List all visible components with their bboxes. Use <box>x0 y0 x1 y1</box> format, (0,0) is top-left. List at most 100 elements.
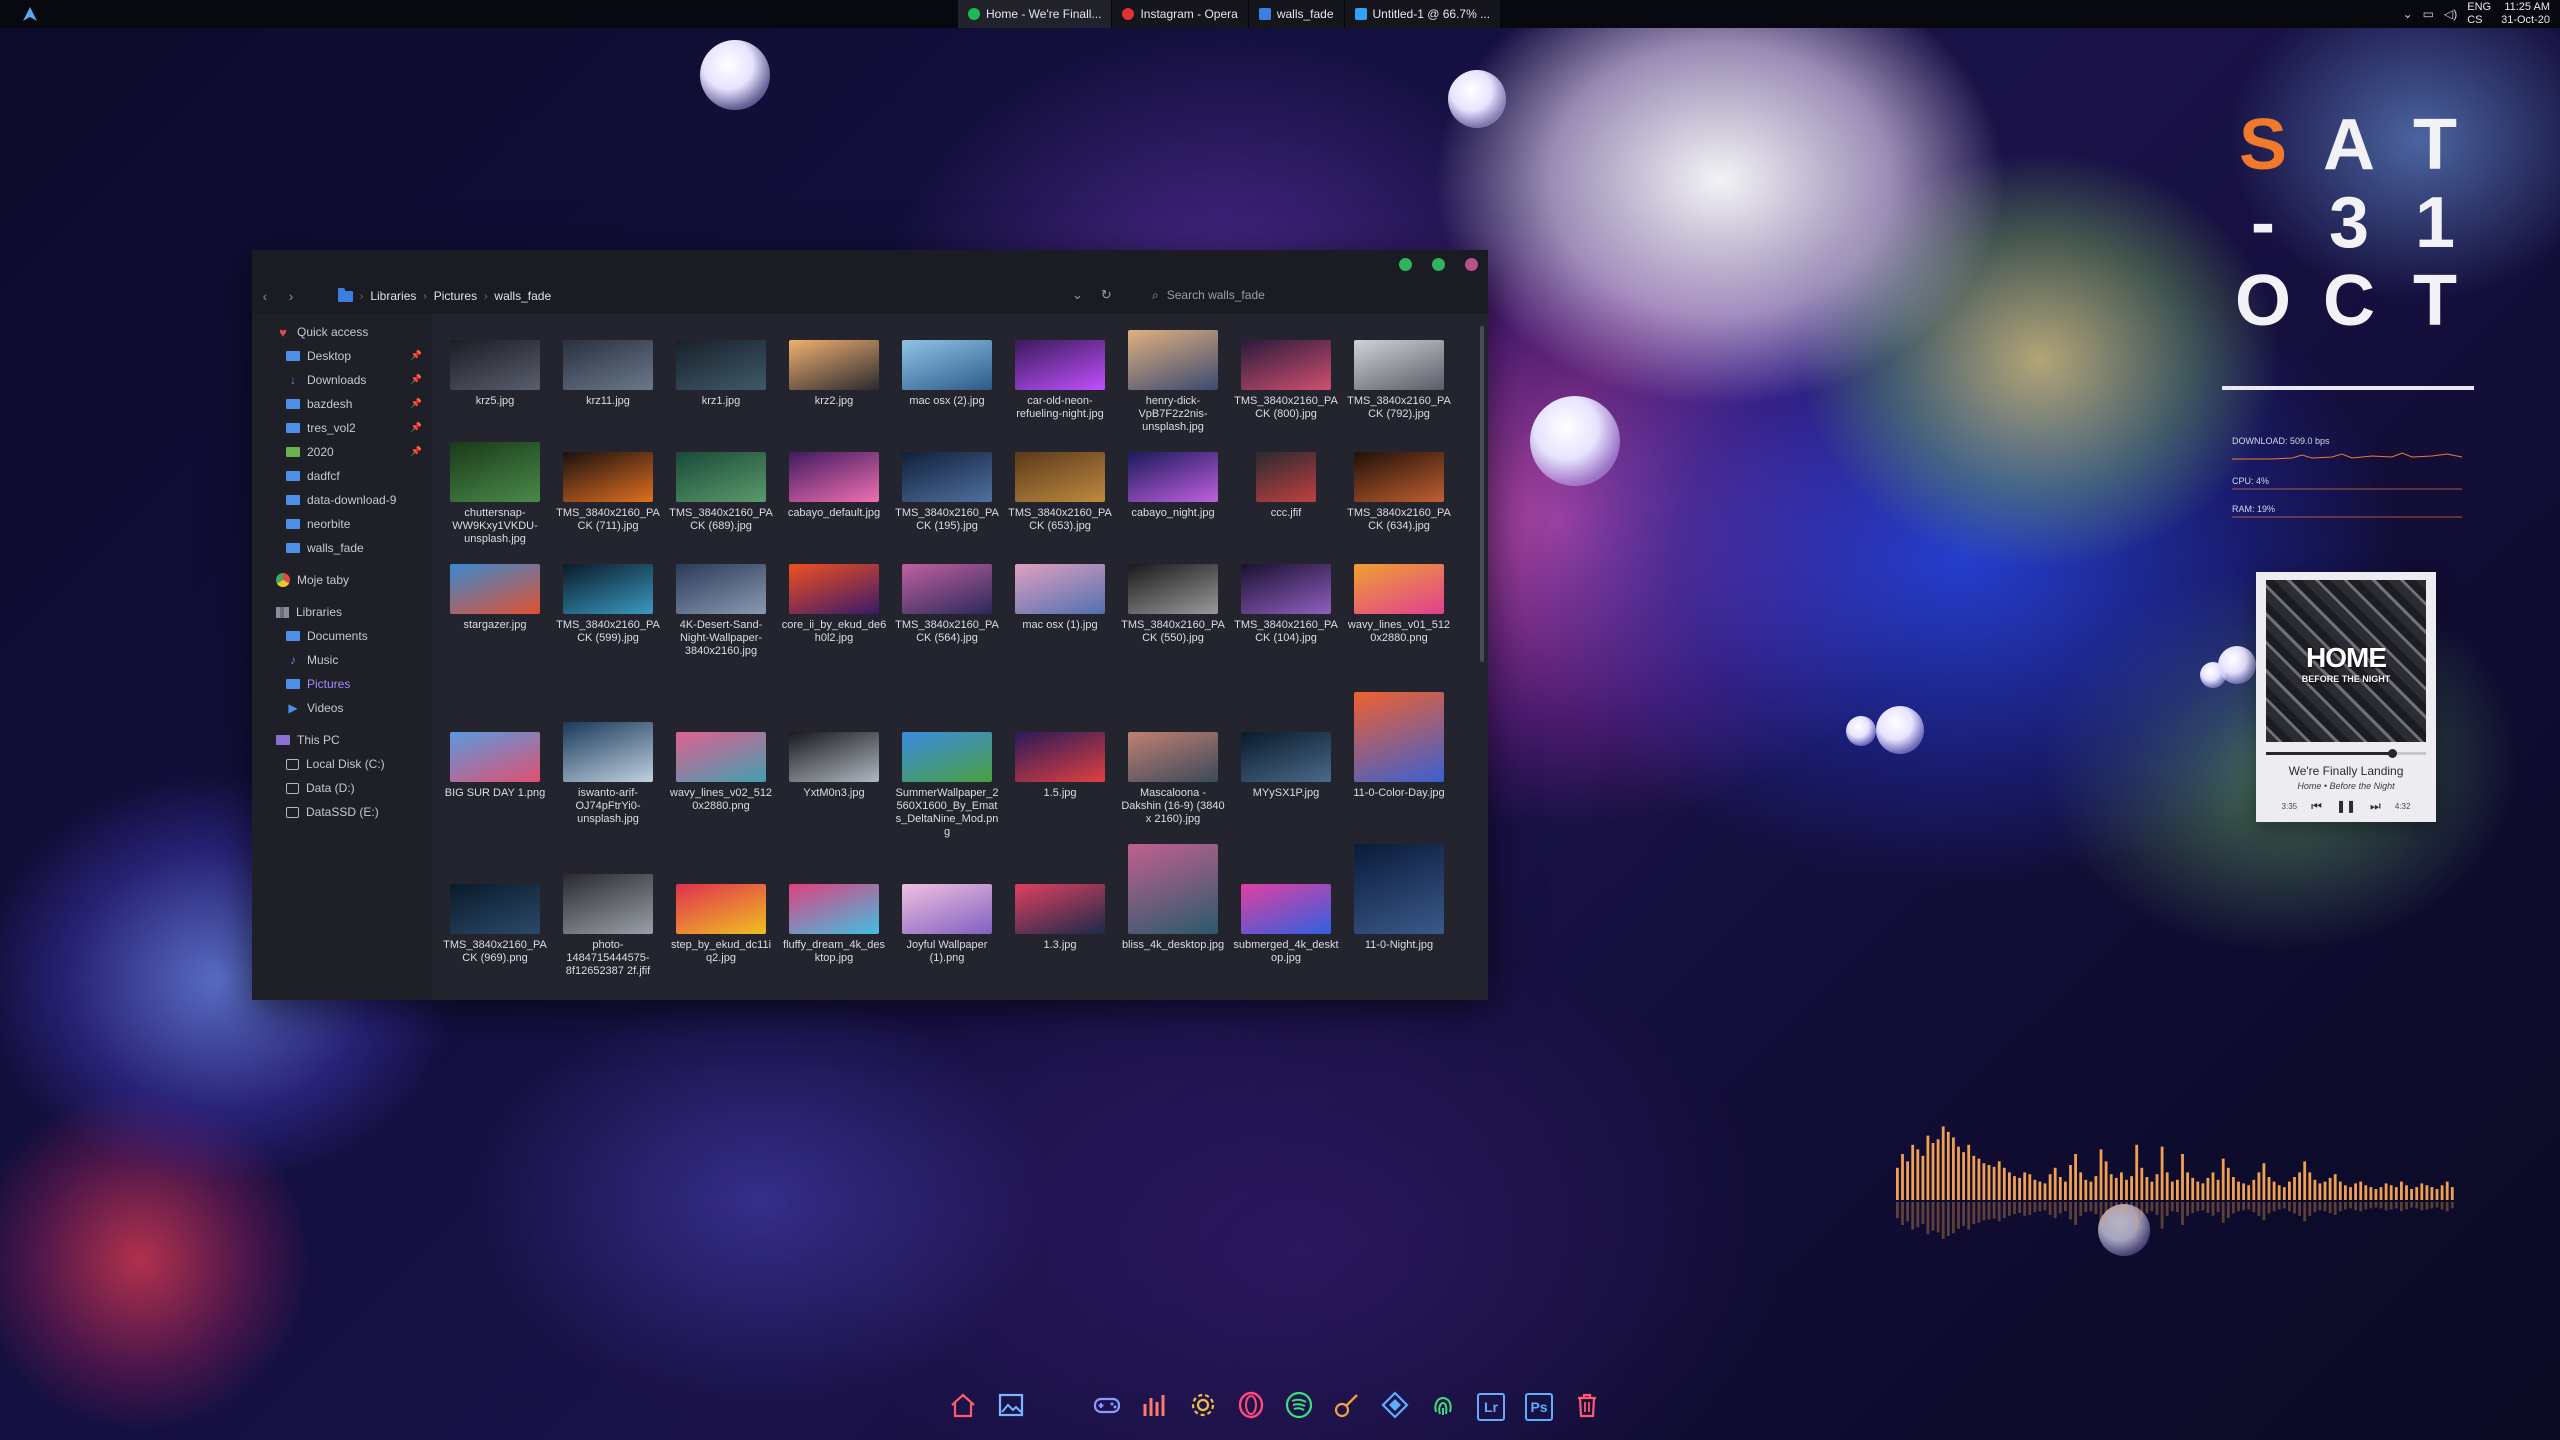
maximize-button[interactable] <box>1432 258 1445 271</box>
file-tile[interactable]: MYySX1P.jpg <box>1231 732 1341 800</box>
pause-icon[interactable]: ❚❚ <box>2336 799 2356 813</box>
sidebar-item-libraries[interactable]: Libraries <box>252 600 432 624</box>
file-tile[interactable]: krz5.jpg <box>440 340 550 408</box>
file-tile[interactable]: car-old-neon-refueling-night.jpg <box>1005 340 1115 421</box>
file-tile[interactable]: TMS_3840x2160_PACK (564).jpg <box>892 564 1002 645</box>
sidebar-item-music[interactable]: ♪ Music <box>252 648 432 672</box>
file-tile[interactable]: stargazer.jpg <box>440 564 550 632</box>
track-progress[interactable] <box>2266 749 2426 758</box>
file-tile[interactable]: krz2.jpg <box>779 340 889 408</box>
sidebar-item-documents[interactable]: Documents <box>252 624 432 648</box>
opera-dock-button[interactable] <box>1236 1391 1266 1422</box>
pin-icon[interactable]: 📌 <box>411 398 422 409</box>
next-track-icon[interactable]: ⏭ <box>2370 799 2381 814</box>
lightroom-dock-button[interactable]: Lr <box>1476 1392 1506 1422</box>
trash-dock-button[interactable] <box>1572 1392 1602 1422</box>
task-opera[interactable]: Instagram - Opera <box>1112 0 1249 28</box>
messenger-dock-button[interactable] <box>1044 1392 1074 1422</box>
guitar-dock-button[interactable] <box>1332 1392 1362 1422</box>
pin-icon[interactable]: 📌 <box>411 422 422 433</box>
kodi-dock-button[interactable] <box>1380 1390 1410 1422</box>
file-tile[interactable]: TMS_3840x2160_PACK (653).jpg <box>1005 452 1115 533</box>
file-tile[interactable]: SummerWallpaper_2560X1600_By_Emats_Delta… <box>892 732 1002 839</box>
file-tile[interactable]: core_ii_by_ekud_de6h0l2.jpg <box>779 564 889 645</box>
home-dock-button[interactable] <box>948 1392 978 1422</box>
history-dropdown-icon[interactable]: ⌄ <box>1072 287 1083 303</box>
sidebar-item-videos[interactable]: ▶ Videos <box>252 696 432 720</box>
file-tile[interactable]: mac osx (2).jpg <box>892 340 1002 408</box>
breadcrumb-walls-fade[interactable]: walls_fade <box>494 289 551 303</box>
task-spotify[interactable]: Home - We're Finall... <box>958 0 1113 28</box>
file-tile[interactable]: ccc.jfif <box>1231 452 1341 520</box>
volume-icon[interactable]: ◁) <box>2444 7 2457 21</box>
file-tile[interactable]: submerged_4k_desktop.jpg <box>1231 884 1341 965</box>
sidebar-item-2020[interactable]: 2020 📌 <box>252 440 432 464</box>
file-tile[interactable]: fluffy_dream_4k_desktop.jpg <box>779 884 889 965</box>
file-tile[interactable]: TMS_3840x2160_PACK (711).jpg <box>553 452 663 533</box>
file-tile[interactable]: BIG SUR DAY 1.png <box>440 732 550 800</box>
file-tile[interactable]: 11-0-Color-Day.jpg <box>1344 692 1454 800</box>
file-tile[interactable]: iswanto-arif-OJ74pFtrYi0-unsplash.jpg <box>553 722 663 826</box>
file-tile[interactable]: TMS_3840x2160_PACK (550).jpg <box>1118 564 1228 645</box>
forward-arrow-icon[interactable]: › <box>278 288 304 304</box>
sidebar-item-dadfcf[interactable]: dadfcf <box>252 464 432 488</box>
fingerprint-dock-button[interactable] <box>1428 1392 1458 1422</box>
network-icon[interactable]: ▭ <box>2423 7 2434 21</box>
stats-dock-button[interactable] <box>1140 1392 1170 1422</box>
close-button[interactable] <box>1465 258 1478 271</box>
file-tile[interactable]: henry-dick-VpB7F2z2nis-unsplash.jpg <box>1118 330 1228 434</box>
photos-dock-button[interactable] <box>996 1392 1026 1422</box>
chevron-up-icon[interactable]: ⌄ <box>2403 7 2413 21</box>
gamepad-dock-button[interactable] <box>1092 1392 1122 1422</box>
file-tile[interactable]: TMS_3840x2160_PACK (634).jpg <box>1344 452 1454 533</box>
file-tile[interactable]: wavy_lines_v01_5120x2880.png <box>1344 564 1454 645</box>
photoshop-dock-button[interactable]: Ps <box>1524 1392 1554 1422</box>
start-menu-icon[interactable] <box>22 6 38 22</box>
file-tile[interactable]: cabayo_default.jpg <box>779 452 889 520</box>
file-tile[interactable]: Mascaloona - Dakshin (16-9) (3840 x 2160… <box>1118 732 1228 826</box>
sidebar-item-downloads[interactable]: ↓ Downloads 📌 <box>252 368 432 392</box>
file-tile[interactable]: Joyful Wallpaper (1).png <box>892 884 1002 965</box>
search-input[interactable] <box>1166 288 1447 302</box>
pin-icon[interactable]: 📌 <box>411 350 422 361</box>
sidebar-item-moje-taby[interactable]: Moje taby <box>252 568 432 592</box>
file-tile[interactable]: TMS_3840x2160_PACK (792).jpg <box>1344 340 1454 421</box>
sidebar-item-local-disk-c[interactable]: Local Disk (C:) <box>252 752 432 776</box>
settings-dock-button[interactable] <box>1188 1392 1218 1422</box>
file-tile[interactable]: TMS_3840x2160_PACK (689).jpg <box>666 452 776 533</box>
title-bar[interactable] <box>252 250 1488 278</box>
progress-knob[interactable] <box>2388 749 2398 758</box>
task-explorer[interactable]: walls_fade <box>1248 0 1345 28</box>
vertical-scrollbar[interactable] <box>1480 326 1484 662</box>
language-indicator[interactable]: ENG CS <box>2467 1 2491 27</box>
file-tile[interactable]: mac osx (1).jpg <box>1005 564 1115 632</box>
sidebar-item-data-download-9[interactable]: data-download-9 <box>252 488 432 512</box>
file-tile[interactable]: krz11.jpg <box>553 340 663 408</box>
file-tile[interactable]: 1.5.jpg <box>1005 732 1115 800</box>
file-tile[interactable]: wavy_lines_v02_5120x2880.png <box>666 732 776 813</box>
file-tile[interactable]: TMS_3840x2160_PACK (599).jpg <box>553 564 663 645</box>
file-tile[interactable]: bliss_4k_desktop.jpg <box>1118 844 1228 952</box>
sidebar-item-neorbite[interactable]: neorbite <box>252 512 432 536</box>
sidebar-item-walls-fade[interactable]: walls_fade <box>252 536 432 560</box>
clock[interactable]: 11:25 AM 31-Oct-20 <box>2501 1 2550 27</box>
file-tile[interactable]: YxtM0n3.jpg <box>779 732 889 800</box>
sidebar-item-bazdesh[interactable]: bazdesh 📌 <box>252 392 432 416</box>
back-arrow-icon[interactable]: ‹ <box>252 288 278 304</box>
file-tile[interactable]: TMS_3840x2160_PACK (969).png <box>440 884 550 965</box>
sidebar-item-datassd-e[interactable]: DataSSD (E:) <box>252 800 432 824</box>
file-tile[interactable]: TMS_3840x2160_PACK (195).jpg <box>892 452 1002 533</box>
file-tile[interactable]: step_by_ekud_dc11iq2.jpg <box>666 884 776 965</box>
minimize-button[interactable] <box>1399 258 1412 271</box>
file-tile[interactable]: TMS_3840x2160_PACK (800).jpg <box>1231 340 1341 421</box>
file-tile[interactable]: TMS_3840x2160_PACK (104).jpg <box>1231 564 1341 645</box>
sidebar-item-desktop[interactable]: Desktop 📌 <box>252 344 432 368</box>
previous-track-icon[interactable]: ⏮ <box>2311 799 2322 814</box>
file-tile[interactable]: 1.3.jpg <box>1005 884 1115 952</box>
breadcrumb-libraries[interactable]: Libraries <box>370 289 416 303</box>
refresh-icon[interactable]: ↻ <box>1101 287 1112 303</box>
file-tile[interactable]: chuttersnap-WW9Kxy1VKDU-unsplash.jpg <box>440 442 550 546</box>
breadcrumb-pictures[interactable]: Pictures <box>434 289 477 303</box>
sidebar-item-data-d[interactable]: Data (D:) <box>252 776 432 800</box>
sidebar-item-tres-vol2[interactable]: tres_vol2 📌 <box>252 416 432 440</box>
